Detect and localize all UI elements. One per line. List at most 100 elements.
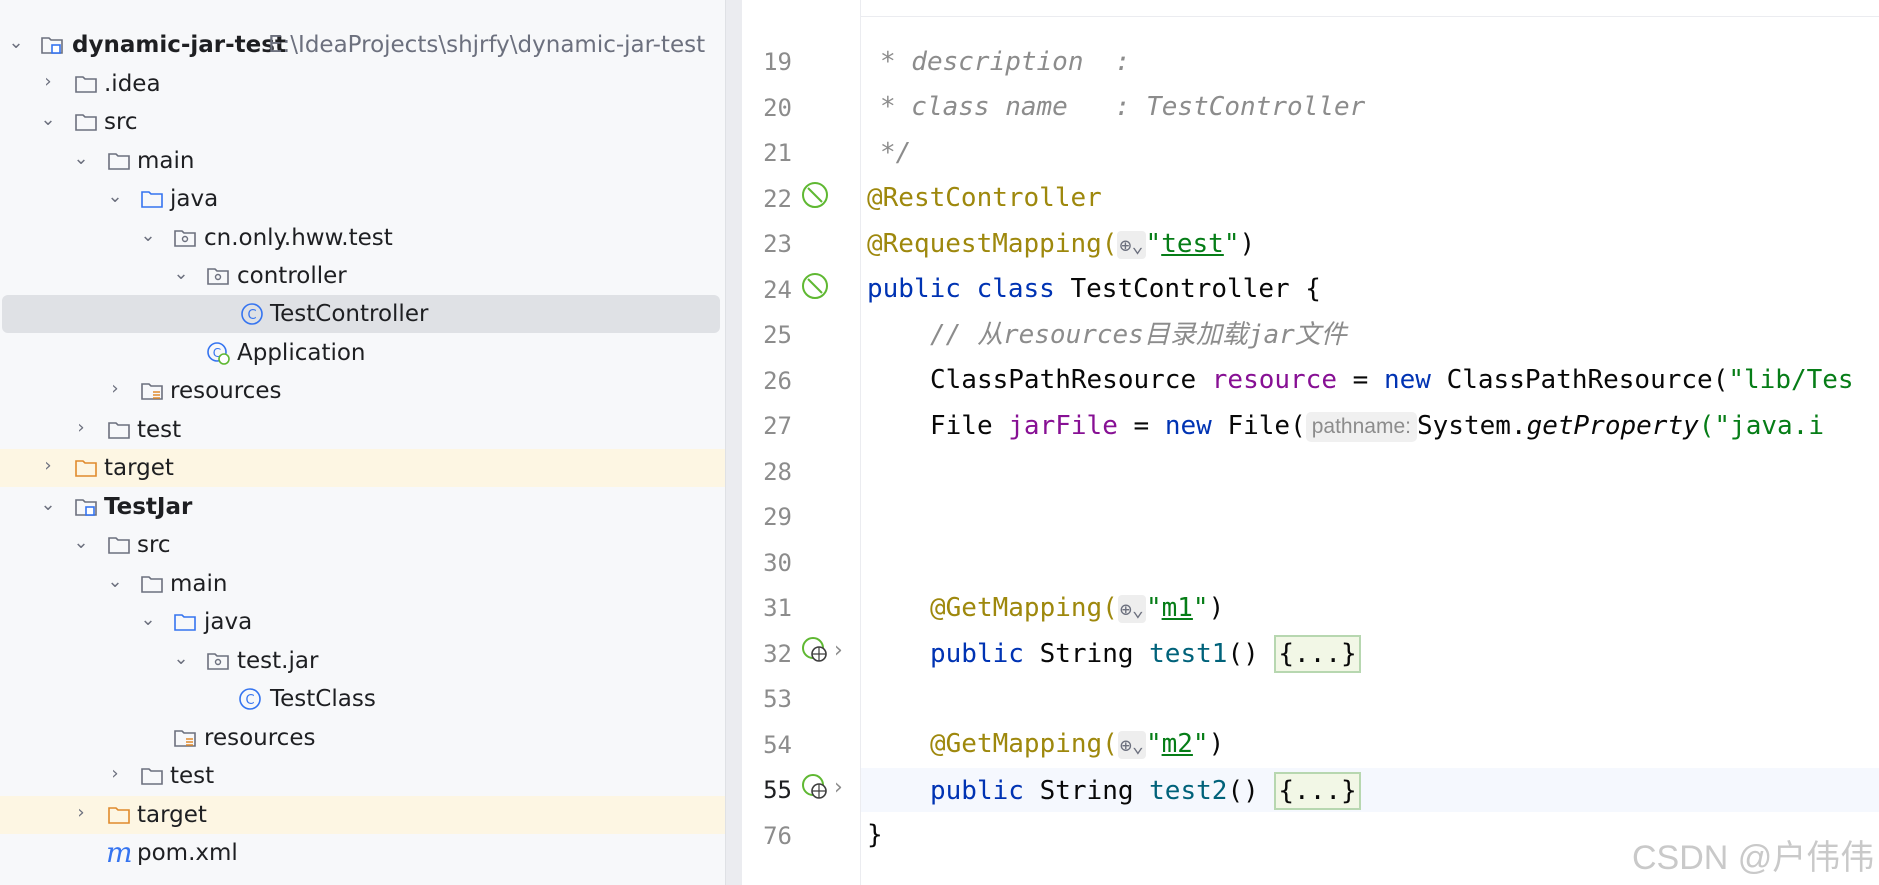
folder-icon	[75, 114, 97, 131]
globe-icon[interactable]: ⊕⌄	[1117, 230, 1146, 259]
tree-item-label: java	[170, 186, 219, 212]
code-line-27: File jarFile = new File(pathname: System.…	[930, 411, 1824, 442]
package-icon	[207, 653, 229, 670]
tree-item-label: src	[137, 532, 171, 558]
tree-item-test-jar[interactable]: ⌄ test.jar	[0, 642, 725, 680]
chevron-right-icon[interactable]: ›	[40, 457, 56, 475]
package-icon	[174, 230, 196, 247]
mapping-path[interactable]: m2	[1162, 729, 1193, 759]
chevron-right-icon[interactable]: ›	[73, 804, 89, 822]
method-name: test1	[1149, 639, 1228, 669]
tree-item-main[interactable]: ⌄ main	[0, 565, 725, 603]
tree-item-testcontroller[interactable]: C TestController	[2, 295, 720, 333]
code-line-20: * class name : TestController	[880, 89, 1365, 125]
chevron-down-icon[interactable]: ⌄	[73, 150, 89, 168]
method-call: getProperty	[1526, 411, 1699, 441]
tree-item-testclass[interactable]: C TestClass	[0, 680, 725, 718]
chevron-right-icon[interactable]: ›	[107, 380, 123, 398]
mapping-path[interactable]: m1	[1162, 593, 1193, 623]
tree-item-test[interactable]: › test	[0, 757, 725, 795]
tree-item-idea[interactable]: › .idea	[0, 65, 725, 103]
chevron-down-icon[interactable]: ⌄	[140, 227, 156, 245]
chevron-down-icon[interactable]: ⌄	[107, 188, 123, 206]
maven-icon: m	[106, 836, 133, 869]
line-number: 26	[763, 367, 792, 395]
tree-item-controller[interactable]: ⌄ controller	[0, 257, 725, 295]
folded-block[interactable]: {...}	[1274, 635, 1361, 673]
tree-item-label: target	[104, 455, 174, 481]
tree-item-label: controller	[237, 263, 347, 289]
chevron-down-icon[interactable]: ⌄	[173, 265, 189, 283]
line-number: 19	[763, 48, 792, 76]
tree-item-test[interactable]: › test	[0, 411, 725, 449]
tree-item-src[interactable]: ⌄ src	[0, 526, 725, 564]
folder-icon	[108, 537, 130, 554]
tree-item-dynamic-jar-test[interactable]: ⌄ dynamic-jar-test E:\IdeaProjects\shjrf…	[0, 26, 725, 64]
tree-item-src[interactable]: ⌄ src	[0, 103, 725, 141]
svg-text:C: C	[247, 308, 256, 323]
request-mapping-gutter-icon[interactable]	[800, 635, 830, 665]
tree-item-java[interactable]: ⌄ java	[0, 603, 725, 641]
source-folder-icon	[174, 614, 196, 631]
code-line-23: @RequestMapping(⊕⌄"test")	[867, 229, 1256, 259]
mapping-path[interactable]: test	[1161, 229, 1224, 259]
globe-icon[interactable]: ⊕⌄	[1117, 594, 1146, 623]
chevron-down-icon[interactable]: ⌄	[73, 534, 89, 552]
tree-item-java[interactable]: ⌄ java	[0, 180, 725, 218]
spring-bean-gutter-icon[interactable]	[800, 180, 830, 210]
keyword: public class	[867, 274, 1071, 304]
line-number: 53	[763, 685, 792, 713]
chevron-right-icon[interactable]: ›	[107, 765, 123, 783]
code-line-55: public String test2() {...}	[930, 772, 1361, 810]
folded-block[interactable]: {...}	[1274, 772, 1361, 810]
tree-item-cn-only-hww-test[interactable]: ⌄ cn.only.hww.test	[0, 219, 725, 257]
chevron-right-icon[interactable]: ›	[73, 419, 89, 437]
tree-item-label: resources	[204, 725, 316, 751]
tree-item-target[interactable]: › target	[0, 449, 725, 487]
chevron-down-icon[interactable]: ⌄	[40, 111, 56, 129]
tree-item-resources[interactable]: resources	[0, 719, 725, 757]
tree-item-pom-xml[interactable]: m pom.xml	[0, 834, 725, 872]
chevron-down-icon[interactable]: ⌄	[8, 34, 24, 52]
line-number: 23	[763, 230, 792, 258]
folder-icon	[75, 76, 97, 93]
comment: * description :	[880, 47, 1131, 77]
tree-item-label: java	[204, 609, 253, 635]
code-line-26: ClassPathResource resource = new ClassPa…	[930, 365, 1854, 395]
annotation: @RestController	[867, 183, 1102, 213]
tree-item-label: test.jar	[237, 648, 319, 674]
code-line-24: public class TestController {	[867, 271, 1321, 307]
tree-item-testjar[interactable]: ⌄ TestJar	[0, 488, 725, 526]
code-editor[interactable]: 19 20 21 22 23 24 25 26 27 28 29 30 31 3…	[742, 0, 1879, 885]
tree-item-label: test	[170, 763, 215, 789]
line-number: 20	[763, 94, 792, 122]
folder-icon	[141, 768, 163, 785]
watermark: CSDN @户伟伟	[1632, 839, 1875, 877]
line-number: 54	[763, 731, 792, 759]
tree-item-target[interactable]: › target	[0, 796, 725, 834]
fold-expand-icon[interactable]: ›	[834, 775, 843, 800]
tree-item-application[interactable]: C Application	[0, 334, 725, 372]
chevron-right-icon[interactable]: ›	[40, 73, 56, 91]
spring-bean-gutter-icon[interactable]	[800, 271, 830, 301]
chevron-down-icon[interactable]: ⌄	[107, 573, 123, 591]
comment: * class name : TestController	[880, 92, 1366, 122]
globe-icon[interactable]: ⊕⌄	[1117, 730, 1146, 759]
chevron-down-icon[interactable]: ⌄	[173, 650, 189, 668]
code-line-54: @GetMapping(⊕⌄"m2")	[930, 729, 1225, 759]
tree-item-label: src	[104, 109, 138, 135]
chevron-down-icon[interactable]: ⌄	[40, 496, 56, 514]
project-tree[interactable]: ⌄ dynamic-jar-test E:\IdeaProjects\shjrf…	[0, 0, 725, 885]
variable: jarFile	[1008, 411, 1118, 441]
tree-item-resources[interactable]: › resources	[0, 372, 725, 410]
comment: // 从resources目录加载jar文件	[930, 320, 1347, 350]
request-mapping-gutter-icon[interactable]	[800, 772, 830, 802]
variable: resource	[1211, 365, 1337, 395]
panel-splitter[interactable]	[725, 0, 742, 885]
tree-item-main[interactable]: ⌄ main	[0, 142, 725, 180]
module-folder-icon	[41, 37, 63, 54]
fold-expand-icon[interactable]: ›	[834, 638, 843, 663]
chevron-down-icon[interactable]: ⌄	[140, 611, 156, 629]
tree-item-label: target	[137, 802, 207, 828]
annotation: @RequestMapping(	[867, 229, 1118, 259]
